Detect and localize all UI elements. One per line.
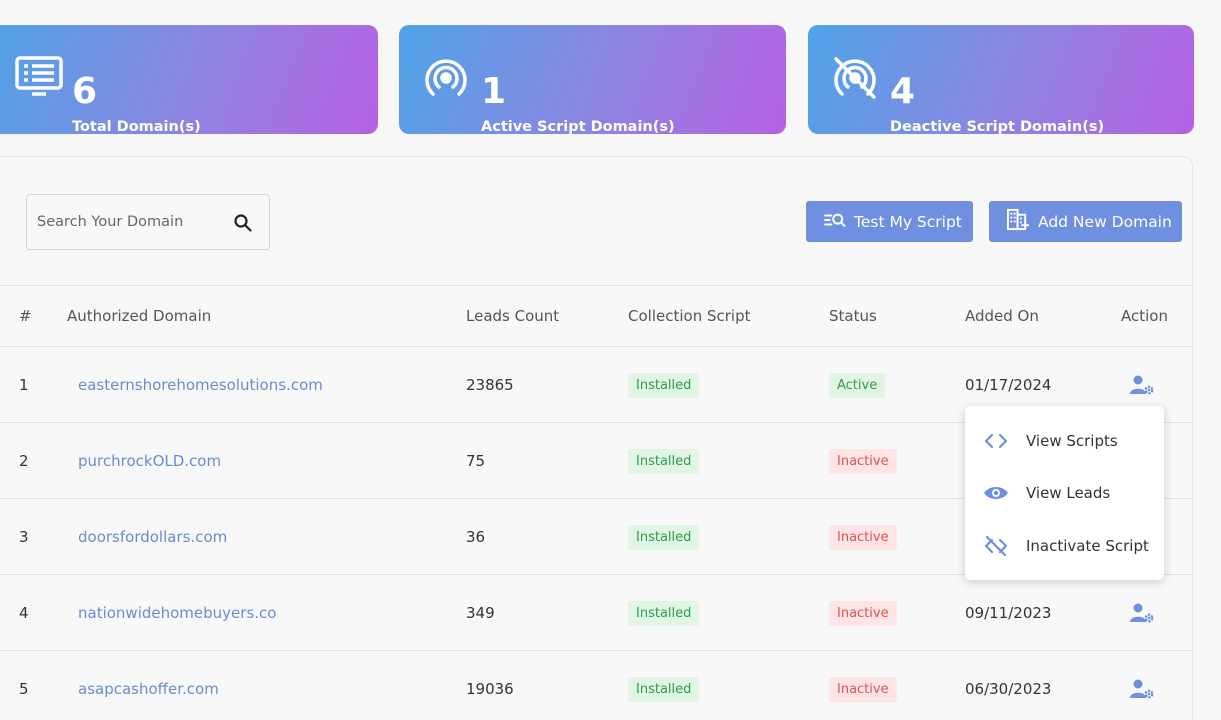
col-header-script: Collection Script (628, 307, 751, 325)
add-new-domain-label: Add New Domain (1038, 212, 1172, 231)
action-cell (1129, 575, 1155, 651)
domain-link[interactable]: easternshorehomesolutions.com (78, 347, 323, 423)
installed-badge: Installed (628, 448, 700, 474)
leads-count: 349 (466, 604, 495, 622)
row-number: 2 (19, 452, 29, 470)
stat-card-total-domains: 6 Total Domain(s) (0, 25, 378, 135)
search-icon[interactable] (233, 213, 253, 233)
status-badge: Inactive (829, 524, 897, 550)
col-header-leads: Leads Count (466, 307, 560, 325)
stat-value: 1 (481, 71, 507, 112)
status-badge: Inactive (829, 448, 897, 474)
user-settings-icon[interactable] (1129, 602, 1155, 624)
stat-label: Deactive Script Domain(s) (890, 119, 1105, 135)
leads-count: 36 (466, 528, 486, 546)
added-on: 06/30/2023 (965, 680, 1052, 698)
status-cell: Inactive (829, 575, 897, 651)
broadcast-off-icon (830, 53, 880, 103)
action-dropdown-menu: View Scripts View Leads Inactivate Scrip… (965, 406, 1164, 580)
installed-badge: Installed (628, 600, 700, 626)
add-new-domain-button[interactable]: Add New Domain (989, 201, 1182, 242)
domain-link[interactable]: nationwidehomebuyers.co (78, 575, 276, 651)
domain-link[interactable]: asapcashoffer.com (78, 651, 219, 720)
table-row: 4 nationwidehomebuyers.co 349 Installed … (0, 575, 1193, 651)
menu-item-label: View Scripts (1026, 432, 1118, 450)
installed-badge: Installed (628, 372, 700, 398)
menu-item-label: View Leads (1026, 484, 1111, 502)
domain-link[interactable]: purchrockOLD.com (78, 423, 221, 499)
search-input[interactable] (37, 195, 227, 249)
collection-script-cell: Installed (628, 347, 700, 423)
user-settings-icon[interactable] (1129, 374, 1155, 396)
code-icon (983, 430, 1009, 452)
test-my-script-button[interactable]: Test My Script (806, 201, 973, 242)
row-number: 5 (19, 680, 29, 698)
table-header: # Authorized Domain Leads Count Collecti… (0, 285, 1193, 347)
added-on: 09/11/2023 (965, 604, 1052, 622)
status-badge: Active (829, 372, 886, 398)
collection-script-cell: Installed (628, 651, 700, 720)
status-cell: Inactive (829, 423, 897, 499)
action-cell (1129, 651, 1155, 720)
building-add-icon (1007, 208, 1030, 235)
search-box (26, 194, 270, 250)
stat-value: 6 (72, 71, 98, 112)
menu-item-view-scripts[interactable]: View Scripts (965, 415, 1164, 467)
installed-badge: Installed (628, 524, 700, 550)
menu-item-inactivate-script[interactable]: Inactivate Script (965, 520, 1164, 572)
row-number: 1 (19, 376, 29, 394)
stat-card-deactive-domains: 4 Deactive Script Domain(s) (808, 25, 1194, 135)
collection-script-cell: Installed (628, 499, 700, 575)
leads-count: 19036 (466, 680, 514, 698)
menu-item-label: Inactivate Script (1026, 537, 1149, 555)
stat-label: Total Domain(s) (72, 119, 201, 135)
monitor-icon (14, 53, 64, 103)
stat-card-active-domains: 1 Active Script Domain(s) (399, 25, 786, 135)
search-list-icon (824, 211, 846, 233)
col-header-action: Action (1121, 307, 1168, 325)
status-cell: Inactive (829, 651, 897, 720)
status-cell: Inactive (829, 499, 897, 575)
collection-script-cell: Installed (628, 575, 700, 651)
stat-label: Active Script Domain(s) (481, 119, 675, 135)
status-cell: Active (829, 347, 886, 423)
domain-link[interactable]: doorsfordollars.com (78, 499, 227, 575)
test-my-script-label: Test My Script (854, 212, 962, 231)
stat-value: 4 (890, 71, 916, 112)
col-header-number: # (19, 307, 32, 325)
status-badge: Inactive (829, 600, 897, 626)
code-off-icon (983, 535, 1009, 557)
row-number: 4 (19, 604, 29, 622)
col-header-domain: Authorized Domain (67, 307, 212, 325)
col-header-status: Status (829, 307, 877, 325)
row-number: 3 (19, 528, 29, 546)
col-header-added: Added On (965, 307, 1039, 325)
table-row: 5 asapcashoffer.com 19036 Installed Inac… (0, 651, 1193, 720)
installed-badge: Installed (628, 676, 700, 702)
broadcast-icon (421, 53, 471, 103)
leads-count: 75 (466, 452, 486, 470)
collection-script-cell: Installed (628, 423, 700, 499)
user-settings-icon[interactable] (1129, 678, 1155, 700)
status-badge: Inactive (829, 676, 897, 702)
eye-icon (983, 482, 1009, 504)
leads-count: 23865 (466, 376, 514, 394)
menu-item-view-leads[interactable]: View Leads (965, 467, 1164, 519)
